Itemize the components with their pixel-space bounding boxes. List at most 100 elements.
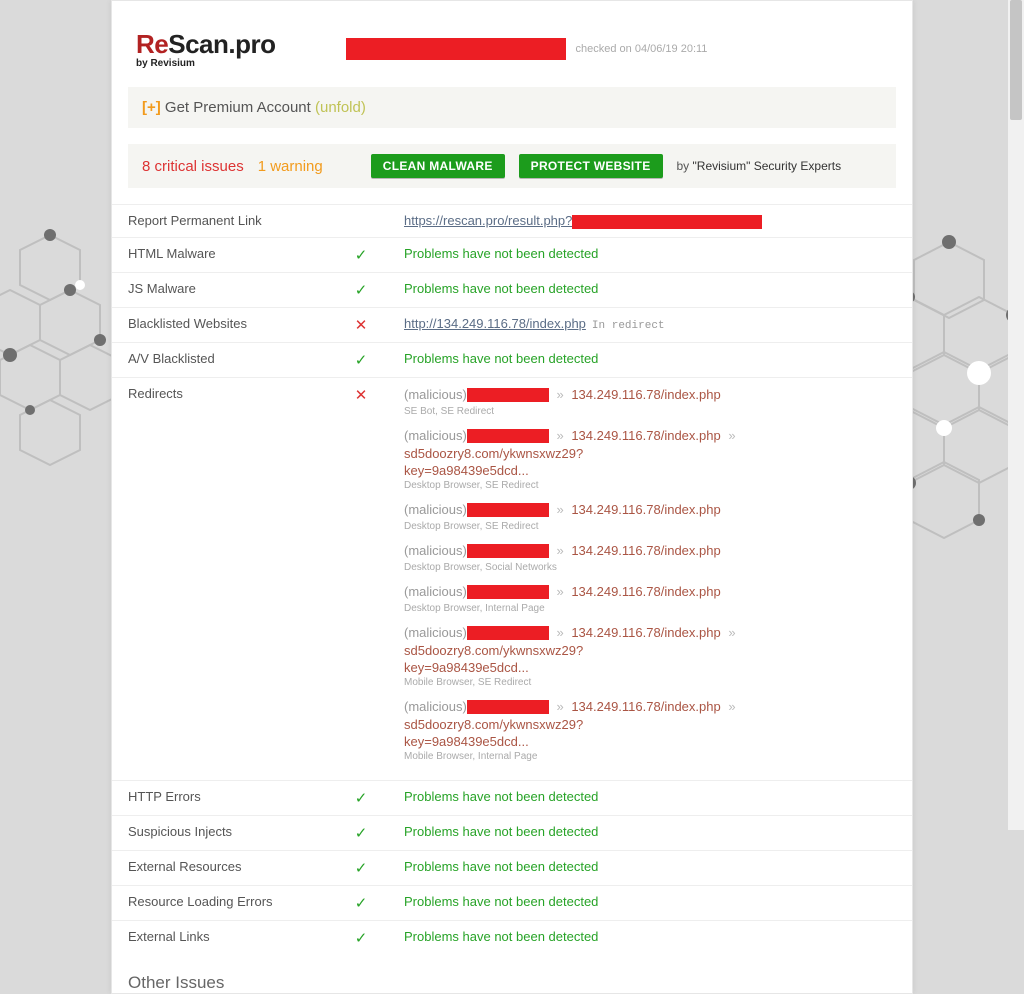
check-icon: ✓ [355, 282, 368, 299]
malicious-tag: (malicious) [404, 428, 467, 443]
value-suspicious-injects: Problems have not been detected [404, 824, 598, 839]
warning-count: 1 warning [258, 158, 323, 175]
redirect-target[interactable]: 134.249.116.78/index.php [571, 584, 720, 599]
redirect-meta: Desktop Browser, SE Redirect [404, 521, 896, 532]
redirect-item: (malicious) » 134.249.116.78/index.php »… [404, 427, 896, 491]
malicious-tag: (malicious) [404, 625, 467, 640]
value-external-resources: Problems have not been detected [404, 859, 598, 874]
clean-malware-button[interactable]: CLEAN MALWARE [371, 154, 505, 178]
arrow-icon: » [549, 625, 571, 640]
redirect-target[interactable]: 134.249.116.78/index.php [571, 543, 720, 558]
malicious-tag: (malicious) [404, 387, 467, 402]
blacklisted-url[interactable]: http://134.249.116.78/index.php [404, 316, 586, 331]
redirect-item: (malicious) » 134.249.116.78/index.php De… [404, 542, 896, 573]
redirect-target[interactable]: sd5doozry8.com/ykwnsxwz29? [404, 446, 583, 461]
cross-icon: ✕ [355, 317, 368, 334]
redirect-target[interactable]: 134.249.116.78/index.php [571, 625, 720, 640]
premium-banner[interactable]: [+] Get Premium Account (unfold) [128, 87, 896, 128]
permalink-url[interactable]: https://rescan.pro/result.php? [404, 213, 572, 228]
arrow-icon: » [549, 502, 571, 517]
row-external-links: External Links ✓ Problems have not been … [112, 920, 912, 955]
scrollbar[interactable] [1008, 0, 1024, 830]
value-external-links: Problems have not been detected [404, 929, 598, 944]
arrow-icon: » [549, 699, 571, 714]
issues-summary-bar: 8 critical issues 1 warning CLEAN MALWAR… [128, 144, 896, 188]
label-html-malware: HTML Malware [112, 237, 334, 272]
unfold-label[interactable]: (unfold) [315, 99, 366, 116]
permalink-token-redacted [572, 215, 762, 229]
row-blacklisted: Blacklisted Websites ✕ http://134.249.11… [112, 307, 912, 342]
check-icon: ✓ [355, 247, 368, 264]
check-icon: ✓ [355, 790, 368, 807]
redirect-meta: Desktop Browser, Social Networks [404, 562, 896, 573]
value-http-errors: Problems have not been detected [404, 789, 598, 804]
in-redirect-tag: In redirect [592, 320, 665, 332]
revisium-experts-link[interactable]: "Revisium" Security Experts [693, 159, 842, 173]
redirect-source-redacted [467, 544, 549, 558]
redirect-source-redacted [467, 585, 549, 599]
logo[interactable]: ReScan.pro by Revisium [136, 29, 276, 69]
other-issues-heading: Other Issues [112, 955, 912, 993]
redirect-target[interactable]: sd5doozry8.com/ykwnsxwz29? [404, 717, 583, 732]
label-external-links: External Links [112, 920, 334, 955]
row-redirects: Redirects ✕ (malicious) » 134.249.116.78… [112, 377, 912, 780]
label-av-blacklisted: A/V Blacklisted [112, 342, 334, 377]
arrow-icon: » [721, 699, 740, 714]
redirect-key-line: key=9a98439e5dcd... [404, 734, 896, 749]
check-icon: ✓ [355, 352, 368, 369]
label-js-malware: JS Malware [112, 272, 334, 307]
malicious-tag: (malicious) [404, 502, 467, 517]
value-av-blacklisted: Problems have not been detected [404, 351, 598, 366]
label-external-resources: External Resources [112, 850, 334, 885]
check-icon: ✓ [355, 860, 368, 877]
label-suspicious-injects: Suspicious Injects [112, 815, 334, 850]
redirect-target[interactable]: 134.249.116.78/index.php [571, 428, 720, 443]
label-resource-loading-errors: Resource Loading Errors [112, 885, 334, 920]
critical-issues-count: 8 critical issues [142, 158, 244, 175]
row-js-malware: JS Malware ✓ Problems have not been dete… [112, 272, 912, 307]
malicious-tag: (malicious) [404, 699, 467, 714]
report-page: ReScan.pro by Revisium checked on 04/06/… [111, 0, 913, 994]
check-icon: ✓ [355, 930, 368, 947]
redirect-item: (malicious) » 134.249.116.78/index.php »… [404, 624, 896, 688]
redirect-meta: SE Bot, SE Redirect [404, 406, 896, 417]
row-resource-loading-errors: Resource Loading Errors ✓ Problems have … [112, 885, 912, 920]
redirect-key-line: key=9a98439e5dcd... [404, 660, 896, 675]
redirect-source-redacted [467, 626, 549, 640]
logo-part-scan: Scan [168, 29, 228, 59]
row-external-resources: External Resources ✓ Problems have not b… [112, 850, 912, 885]
arrow-icon: » [549, 428, 571, 443]
protect-website-button[interactable]: PROTECT WEBSITE [519, 154, 663, 178]
redirect-target[interactable]: 134.249.116.78/index.php [571, 699, 720, 714]
unfold-icon[interactable]: [+] [142, 99, 161, 116]
value-html-malware: Problems have not been detected [404, 246, 598, 261]
check-icon: ✓ [355, 825, 368, 842]
value-resource-loading-errors: Problems have not been detected [404, 894, 598, 909]
arrow-icon: » [721, 428, 740, 443]
arrow-icon: » [549, 543, 571, 558]
row-permalink: Report Permanent Link https://rescan.pro… [112, 205, 912, 238]
redirect-meta: Mobile Browser, Internal Page [404, 751, 896, 762]
redirect-key-line: key=9a98439e5dcd... [404, 463, 896, 478]
redirect-item: (malicious) » 134.249.116.78/index.php SE… [404, 386, 896, 417]
header: ReScan.pro by Revisium checked on 04/06/… [112, 1, 912, 87]
redirect-target[interactable]: 134.249.116.78/index.php [571, 502, 720, 517]
arrow-icon: » [549, 584, 571, 599]
redirect-meta: Mobile Browser, SE Redirect [404, 677, 896, 688]
redirect-target[interactable]: 134.249.116.78/index.php [571, 387, 720, 402]
label-http-errors: HTTP Errors [112, 780, 334, 815]
label-redirects: Redirects [112, 377, 334, 780]
redirect-target[interactable]: sd5doozry8.com/ykwnsxwz29? [404, 643, 583, 658]
report-table: Report Permanent Link https://rescan.pro… [112, 204, 912, 955]
malicious-tag: (malicious) [404, 543, 467, 558]
redirect-item: (malicious) » 134.249.116.78/index.phpDe… [404, 583, 896, 614]
scrollbar-thumb[interactable] [1010, 0, 1022, 120]
scanned-domain-redacted [346, 38, 566, 60]
cross-icon: ✕ [355, 387, 368, 404]
redirect-source-redacted [467, 429, 549, 443]
redirect-item: (malicious) » 134.249.116.78/index.php »… [404, 698, 896, 762]
check-icon: ✓ [355, 895, 368, 912]
arrow-icon: » [549, 387, 571, 402]
row-html-malware: HTML Malware ✓ Problems have not been de… [112, 237, 912, 272]
by-experts: by "Revisium" Security Experts [677, 159, 842, 173]
